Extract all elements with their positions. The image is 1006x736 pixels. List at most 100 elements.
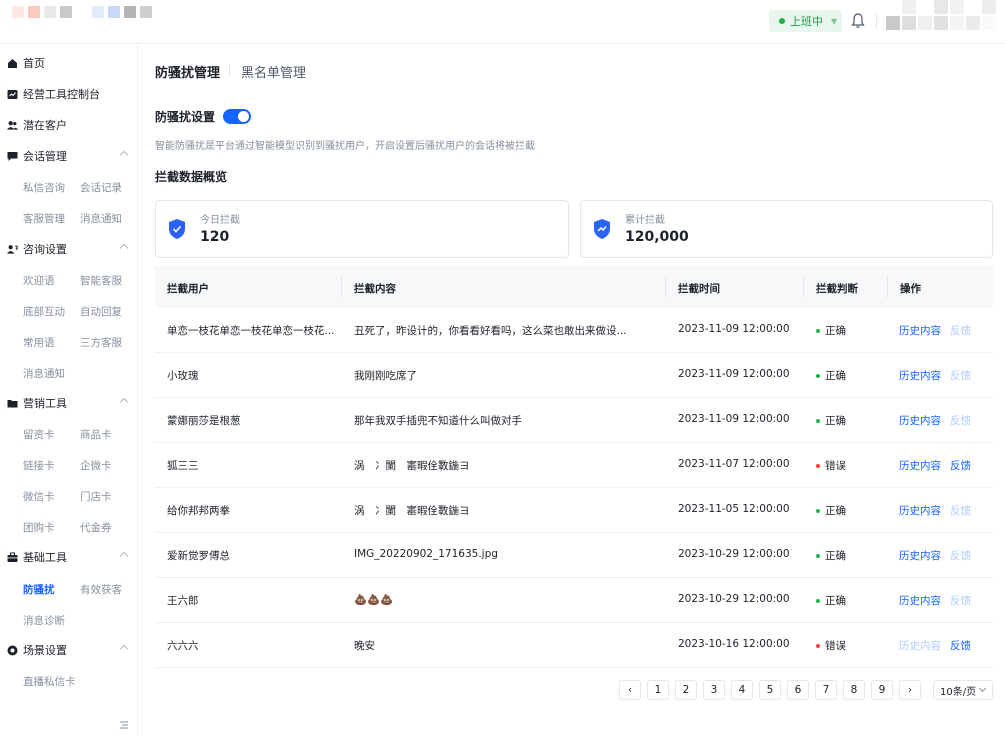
feedback-link[interactable]: 反馈 — [950, 323, 971, 338]
anti-harass-toggle[interactable] — [223, 109, 251, 124]
cell-time: 2023-10-16 12:00:00 — [678, 638, 790, 650]
column-header-user: 拦截用户 — [167, 283, 209, 295]
home-icon — [7, 58, 18, 69]
feedback-link[interactable]: 反馈 — [950, 548, 971, 563]
today-intercept-card: 今日拦截 120 — [155, 200, 569, 258]
page-button-7[interactable]: 7 — [815, 680, 837, 700]
sidebar-item-consult[interactable]: 咨询设置 — [0, 236, 138, 262]
bell-icon[interactable] — [850, 12, 866, 30]
sidebar-item-basic-tools[interactable]: 基础工具 — [0, 544, 138, 570]
history-link[interactable]: 历史内容 — [899, 503, 941, 518]
cell-judge: 正确 — [816, 413, 846, 428]
status-dot — [779, 18, 785, 24]
sidebar-sub-effective-leads[interactable]: 有效获客 — [80, 582, 122, 597]
menu-collapse-icon[interactable] — [119, 720, 129, 730]
page-button-5[interactable]: 5 — [759, 680, 781, 700]
history-link[interactable]: 历史内容 — [899, 593, 941, 608]
table-row: 爱新觉罗傅总 IMG_20220902_171635.jpg 2023-10-29 … — [155, 533, 993, 578]
tab-anti-harass[interactable]: 防骚扰管理 — [155, 62, 220, 81]
avatar-block — [966, 16, 980, 30]
sidebar-sub-notify[interactable]: 消息通知 — [80, 211, 122, 226]
feedback-link[interactable]: 反馈 — [950, 368, 971, 383]
page-button-9[interactable]: 9 — [871, 680, 893, 700]
sidebar-item-label: 经营工具控制台 — [23, 88, 100, 101]
history-link[interactable]: 历史内容 — [899, 413, 941, 428]
column-header-judge: 拦截判断 — [816, 283, 858, 295]
logo-block — [28, 6, 40, 18]
judge-status-dot — [816, 508, 820, 513]
chevron-up-icon — [119, 644, 129, 654]
history-link[interactable]: 历史内容 — [899, 638, 941, 653]
sidebar-sub-smart-agent[interactable]: 智能客服 — [80, 273, 122, 288]
chevron-up-icon — [119, 397, 129, 407]
page-button-8[interactable]: 8 — [843, 680, 865, 700]
table-row: 六六六 晚安 2023-10-16 12:00:00 错误 历史内容 反馈 — [155, 623, 993, 668]
sidebar-sub-session-log[interactable]: 会话记录 — [80, 180, 122, 195]
feedback-link[interactable]: 反馈 — [950, 503, 971, 518]
table-row: 小玫瑰 我刚刚吃席了 2023-11-09 12:00:00 正确 历史内容 反馈 — [155, 353, 993, 398]
prev-page-button[interactable]: ‹ — [619, 680, 641, 700]
sidebar-sub-groupbuy-card[interactable]: 团购卡 — [23, 520, 55, 535]
sidebar-sub-voucher[interactable]: 代金券 — [80, 520, 112, 535]
sidebar-sub-wecom-card[interactable]: 企微卡 — [80, 458, 112, 473]
judge-status-dot — [816, 418, 820, 423]
feedback-link[interactable]: 反馈 — [950, 413, 971, 428]
page-button-3[interactable]: 3 — [703, 680, 725, 700]
sidebar-sub-third-party[interactable]: 三方客服 — [80, 335, 122, 350]
sidebar-item-marketing[interactable]: 营销工具 — [0, 390, 138, 416]
cell-user: 蒙娜丽莎是根葱 — [167, 415, 241, 427]
page-button-6[interactable]: 6 — [787, 680, 809, 700]
page-size-select[interactable]: 10条/页 — [933, 680, 993, 700]
sidebar-item-leads[interactable]: 潜在客户 — [0, 112, 138, 138]
user-avatar[interactable] — [886, 0, 998, 30]
feedback-link[interactable]: 反馈 — [950, 593, 971, 608]
feedback-link[interactable]: 反馈 — [950, 638, 971, 653]
judge-status-dot — [816, 463, 820, 468]
shield-check-icon — [169, 219, 185, 239]
sidebar-sub-wechat-card[interactable]: 微信卡 — [23, 489, 55, 504]
sidebar-item-home[interactable]: 首页 — [0, 50, 138, 76]
cell-content: 晚安 — [354, 640, 375, 652]
pagination: ‹ 1 2 3 4 5 6 7 8 9 › — [619, 680, 921, 700]
cell-content: 丑死了，昨设计的，你看看好看吗，这么菜也敢出来做设... — [354, 325, 627, 337]
sidebar-sub-auto-reply[interactable]: 自动回复 — [80, 304, 122, 319]
sidebar-sub-msg-diagnosis[interactable]: 消息诊断 — [23, 613, 65, 628]
page-button-4[interactable]: 4 — [731, 680, 753, 700]
sidebar-sub-lead-card[interactable]: 留资卡 — [23, 427, 55, 442]
top-bar: 上班中 ▼ — [0, 0, 1006, 44]
judge-label: 正确 — [825, 415, 846, 427]
sidebar-sub-anti-harass[interactable]: 防骚扰 — [23, 582, 55, 597]
history-link[interactable]: 历史内容 — [899, 548, 941, 563]
sidebar-sub-live-card[interactable]: 直播私信卡 — [23, 674, 76, 689]
cell-content: 那年我双手插兜不知道什么叫做对手 — [354, 415, 522, 427]
page-button-1[interactable]: 1 — [647, 680, 669, 700]
history-link[interactable]: 历史内容 — [899, 323, 941, 338]
sidebar-sub-private-msg[interactable]: 私信咨询 — [23, 180, 65, 195]
sidebar-sub-agents[interactable]: 客服管理 — [23, 211, 65, 226]
cell-user: 小玫瑰 — [167, 370, 199, 382]
work-status-dropdown[interactable]: 上班中 ▼ — [769, 10, 842, 32]
avatar-block — [982, 16, 996, 30]
sidebar-sub-link-card[interactable]: 链接卡 — [23, 458, 55, 473]
sidebar-item-scene[interactable]: 场景设置 — [0, 637, 138, 663]
sidebar-sub-phrases[interactable]: 常用语 — [23, 335, 55, 350]
chevron-up-icon — [119, 551, 129, 561]
history-link[interactable]: 历史内容 — [899, 458, 941, 473]
sidebar-sub-bottom-interact[interactable]: 底部互动 — [23, 304, 65, 319]
sidebar-item-session[interactable]: 会话管理 — [0, 143, 138, 169]
status-label: 上班中 — [790, 15, 823, 28]
cell-content: 我刚刚吃席了 — [354, 370, 417, 382]
sidebar-sub-store-card[interactable]: 门店卡 — [80, 489, 112, 504]
sidebar-sub-product-card[interactable]: 商品卡 — [80, 427, 112, 442]
sidebar-item-dashboard[interactable]: 经营工具控制台 — [0, 81, 138, 107]
cell-judge: 正确 — [816, 323, 846, 338]
avatar-block — [966, 0, 980, 14]
sidebar-sub-welcome[interactable]: 欢迎语 — [23, 273, 55, 288]
next-page-button[interactable]: › — [899, 680, 921, 700]
chevron-down-icon — [978, 684, 987, 693]
page-button-2[interactable]: 2 — [675, 680, 697, 700]
feedback-link[interactable]: 反馈 — [950, 458, 971, 473]
history-link[interactable]: 历史内容 — [899, 368, 941, 383]
tab-blacklist[interactable]: 黑名单管理 — [241, 62, 306, 81]
sidebar-sub-msg-notify[interactable]: 消息通知 — [23, 366, 65, 381]
